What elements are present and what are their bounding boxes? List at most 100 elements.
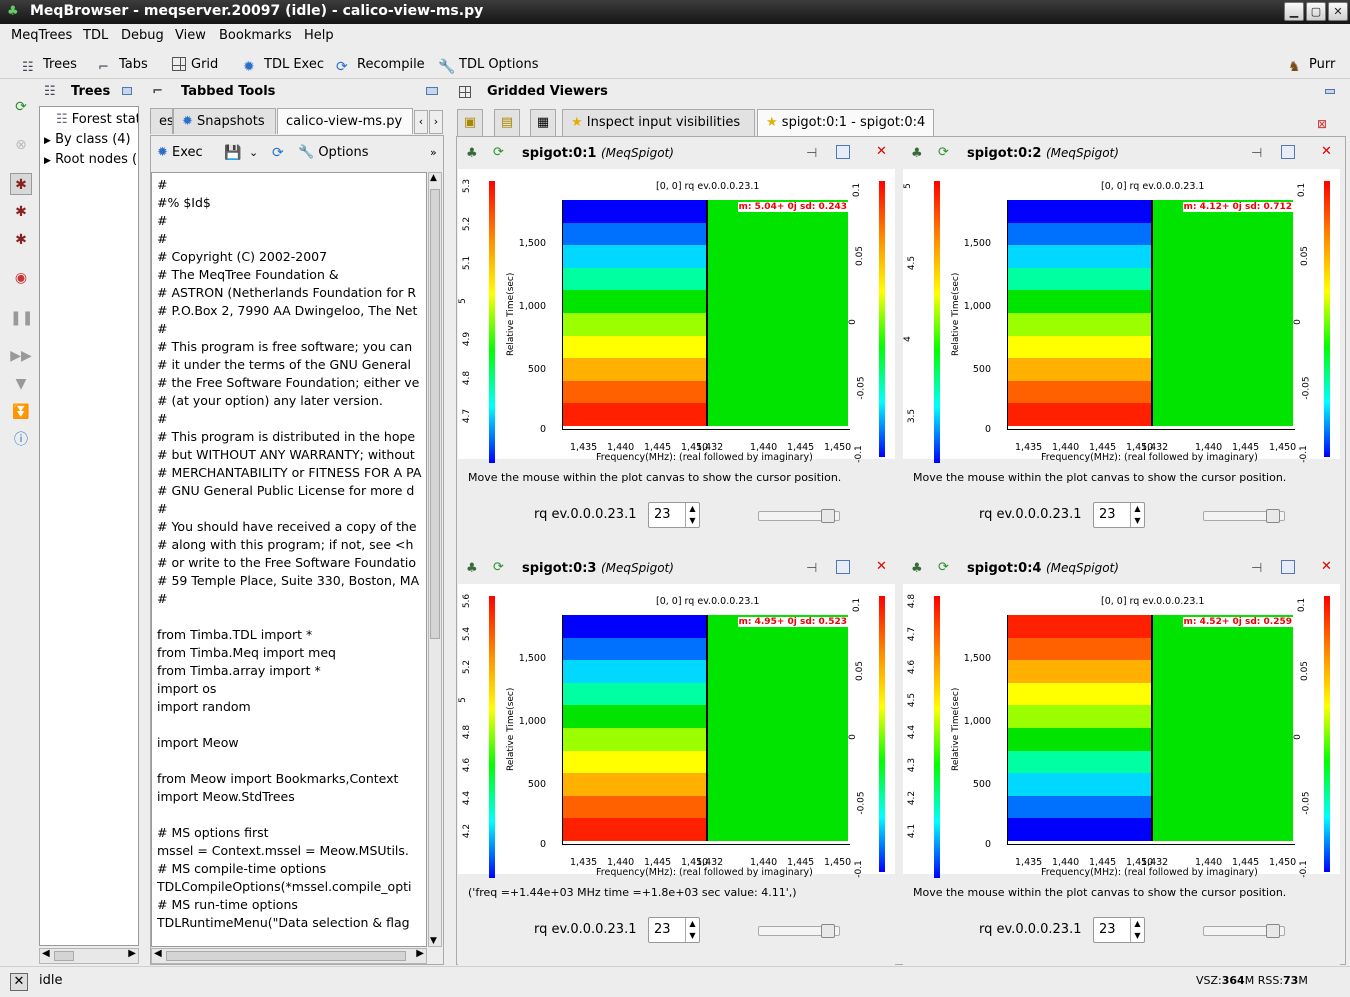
- purr-button[interactable]: ♞ Purr: [1288, 55, 1335, 75]
- tab-partial[interactable]: es: [150, 108, 173, 134]
- scroll-up-icon[interactable]: ▲: [430, 173, 437, 183]
- trees-hscrollbar[interactable]: ◀ ▶: [39, 948, 139, 964]
- debug-bug-icon[interactable]: ✱: [10, 173, 32, 195]
- info-icon[interactable]: ⓘ: [10, 429, 32, 451]
- float-window-icon[interactable]: [836, 560, 850, 574]
- spin-down-icon[interactable]: ▼: [685, 930, 699, 942]
- tab-inspect-input-visibilities[interactable]: ★ Inspect input visibilities: [562, 109, 755, 136]
- close-window-button[interactable]: ✕: [1328, 2, 1348, 21]
- rq-spinbox[interactable]: 23 ▲ ▼: [648, 917, 700, 943]
- grid-button[interactable]: Grid: [172, 55, 218, 75]
- rq-slider[interactable]: [758, 509, 840, 523]
- tab-scroll-right-icon[interactable]: ›: [429, 110, 443, 134]
- tabbed-tools-close-button[interactable]: [426, 87, 438, 95]
- spin-down-icon[interactable]: ▼: [685, 515, 699, 527]
- close-icon[interactable]: ✕: [876, 559, 887, 574]
- scroll-thumb[interactable]: [430, 189, 440, 639]
- pin-icon[interactable]: ⊣: [806, 146, 817, 161]
- menu-meqtrees[interactable]: MeqTrees: [11, 28, 72, 43]
- save-icon[interactable]: 💾: [224, 145, 241, 161]
- tdl-exec-tool[interactable]: ✹ Exec: [157, 145, 203, 165]
- recompile-button[interactable]: ⟳ Recompile: [336, 55, 425, 75]
- tabs-button[interactable]: ⌐ Tabs: [98, 55, 148, 75]
- rq-spinbox[interactable]: 23 ▲ ▼: [1093, 502, 1145, 528]
- refresh-icon[interactable]: ⟳: [938, 145, 949, 160]
- minimize-button[interactable]: ▁: [1284, 2, 1304, 21]
- trees-button[interactable]: ☷ Trees: [22, 55, 77, 75]
- breakpoint-icon[interactable]: ◉: [10, 267, 32, 289]
- spin-up-icon[interactable]: ▲: [1130, 503, 1144, 515]
- pin-icon[interactable]: ⊣: [1251, 146, 1262, 161]
- trees-list[interactable]: ☷ Forest state ▶ By class (4) ▶ Root nod…: [39, 106, 139, 946]
- chevron-down-icon[interactable]: ⌄: [249, 146, 258, 159]
- bug-icon[interactable]: ✱: [10, 201, 32, 223]
- more-icon[interactable]: »: [430, 146, 437, 159]
- scroll-thumb[interactable]: [166, 951, 406, 961]
- menu-help[interactable]: Help: [304, 28, 334, 43]
- code-hscrollbar[interactable]: ◀ ▶: [151, 948, 427, 964]
- slider-knob[interactable]: [1266, 509, 1280, 523]
- spin-up-icon[interactable]: ▲: [685, 918, 699, 930]
- spin-down-icon[interactable]: ▼: [1130, 930, 1144, 942]
- refresh-icon[interactable]: ⟳: [493, 145, 504, 160]
- tree-item-by-class[interactable]: ▶ By class (4): [44, 132, 131, 147]
- trees-pane-close-button[interactable]: [122, 87, 132, 95]
- refresh-icon[interactable]: ⟳: [493, 560, 504, 575]
- tree-nodes-icon[interactable]: ♣: [911, 561, 923, 576]
- tree-nodes-icon[interactable]: ♣: [466, 561, 478, 576]
- slider-knob[interactable]: [821, 924, 835, 938]
- close-icon[interactable]: ✕: [1321, 559, 1332, 574]
- close-icon[interactable]: ✕: [876, 144, 887, 159]
- scroll-down-icon[interactable]: ▼: [430, 936, 437, 946]
- pin-icon[interactable]: ⊣: [1251, 561, 1262, 576]
- rq-slider[interactable]: [758, 924, 840, 938]
- rq-spinbox[interactable]: 23 ▲ ▼: [648, 502, 700, 528]
- close-tab-icon[interactable]: ⊠: [1317, 117, 1327, 131]
- slider-knob[interactable]: [821, 509, 835, 523]
- tdl-options-button[interactable]: 🔧 TDL Options: [438, 55, 539, 75]
- menu-bookmarks[interactable]: Bookmarks: [219, 28, 292, 43]
- tree-item-root-nodes[interactable]: ▶ Root nodes (: [44, 152, 137, 167]
- tab-bookmark-folder[interactable]: ▣: [457, 109, 483, 136]
- gridded-viewers-close-button[interactable]: [1325, 89, 1335, 94]
- float-window-icon[interactable]: [1281, 145, 1295, 159]
- bug-alt-icon[interactable]: ✱: [10, 229, 32, 251]
- code-editor[interactable]: # #% $Id$ # # # Copyright (C) 2002-2007 # The…: [153, 176, 425, 932]
- expand-arrow-icon[interactable]: ▶: [44, 156, 51, 166]
- tab-grid-viewer[interactable]: ▦: [530, 109, 556, 136]
- pin-icon[interactable]: ⊣: [806, 561, 817, 576]
- scroll-left-icon[interactable]: ◀: [42, 948, 50, 959]
- rq-slider[interactable]: [1203, 509, 1285, 523]
- menu-view[interactable]: View: [175, 28, 206, 43]
- fast-forward-icon[interactable]: ▶▶: [10, 345, 32, 367]
- stop-status-icon[interactable]: ✕: [10, 973, 28, 991]
- tree-nodes-icon[interactable]: ♣: [466, 146, 478, 161]
- rq-slider[interactable]: [1203, 924, 1285, 938]
- menu-debug[interactable]: Debug: [121, 28, 164, 43]
- code-vscrollbar[interactable]: ▲ ▼: [428, 172, 442, 947]
- rq-spinbox[interactable]: 23 ▲ ▼: [1093, 917, 1145, 943]
- tab-calico-view-ms[interactable]: calico-view-ms.py: [277, 108, 413, 134]
- expand-arrow-icon[interactable]: ▶: [44, 136, 51, 146]
- tab-bookmark-node[interactable]: ▤: [494, 109, 520, 136]
- scroll-right-icon[interactable]: ▶: [416, 948, 424, 959]
- options-tool[interactable]: 🔧 Options: [298, 145, 369, 160]
- scroll-left-icon[interactable]: ◀: [154, 948, 162, 959]
- spin-up-icon[interactable]: ▲: [685, 503, 699, 515]
- scroll-thumb[interactable]: [54, 951, 74, 961]
- tree-nodes-icon[interactable]: ♣: [911, 146, 923, 161]
- tab-spigot-range[interactable]: ★ spigot:0:1 - spigot:0:4: [757, 109, 934, 136]
- spin-down-icon[interactable]: ▼: [1130, 515, 1144, 527]
- float-window-icon[interactable]: [1281, 560, 1295, 574]
- float-window-icon[interactable]: [836, 145, 850, 159]
- tab-scroll-left-icon[interactable]: ‹: [414, 110, 428, 134]
- tree-item-forest[interactable]: ☷ Forest state: [56, 112, 138, 127]
- recompile-icon[interactable]: ⟳: [272, 145, 284, 161]
- refresh-icon[interactable]: ⟳: [10, 96, 32, 118]
- slider-knob[interactable]: [1266, 924, 1280, 938]
- stop-icon[interactable]: ⊗: [10, 134, 32, 156]
- scroll-right-icon[interactable]: ▶: [128, 948, 136, 959]
- step-down-icon[interactable]: ▼: [10, 373, 32, 395]
- pause-icon[interactable]: ❚❚: [10, 307, 33, 329]
- tab-snapshots[interactable]: ✹ Snapshots: [173, 108, 276, 134]
